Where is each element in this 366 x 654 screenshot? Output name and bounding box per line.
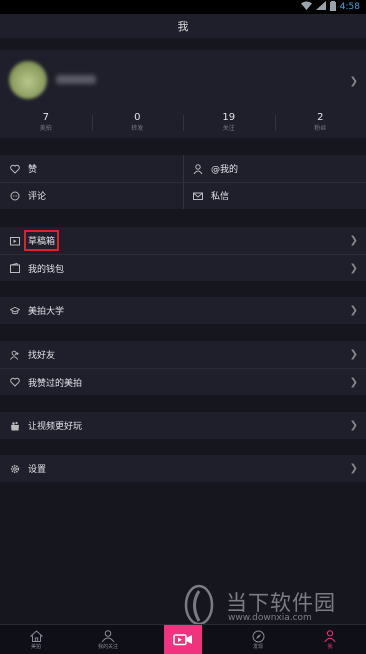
chevron-right-icon: ❯	[349, 76, 358, 87]
messages-label: 私信	[211, 192, 230, 202]
page-header: 我	[0, 14, 366, 38]
menu-group-settings: 设置 ❯	[0, 455, 366, 482]
stat-value: 19	[222, 112, 236, 123]
messages-item[interactable]: 私信	[183, 182, 366, 209]
tab-following-label: 我的关注	[97, 644, 118, 650]
home-icon	[29, 629, 43, 643]
page-title: 我	[177, 20, 189, 33]
tab-discover[interactable]: 发现	[222, 625, 294, 654]
settings-item[interactable]: 设置 ❯	[0, 455, 366, 482]
signal-icon	[315, 1, 326, 13]
watermark-logo-icon	[184, 584, 214, 626]
find-friends-item[interactable]: 找好友 ❯	[0, 341, 366, 368]
menu-group-social: 找好友 ❯ 我赞过的美拍 ❯	[0, 341, 366, 395]
username-blurred	[56, 75, 96, 84]
mentions-label: @我的	[211, 165, 239, 175]
mail-icon	[193, 191, 203, 201]
stat-value: 0	[134, 112, 141, 123]
wallet-item[interactable]: 我的钱包 ❯	[0, 254, 366, 281]
university-label: 美拍大学	[28, 307, 65, 317]
record-video-button[interactable]	[164, 625, 202, 654]
stat-value: 2	[317, 112, 324, 123]
social-grid: 赞 @我的 评论 私信	[0, 155, 366, 209]
avatar[interactable]	[9, 61, 47, 99]
stat-reposts[interactable]: 0 转发	[91, 112, 184, 134]
chevron-right-icon: ❯	[349, 305, 358, 316]
stat-label: 转发	[131, 125, 144, 132]
stat-posts[interactable]: 7 美拍	[0, 112, 92, 134]
compass-icon	[252, 629, 265, 643]
person-icon	[324, 629, 336, 643]
wallet-label: 我的钱包	[28, 264, 65, 275]
comments-item[interactable]: 评论	[0, 182, 183, 209]
mentions-item[interactable]: @我的	[183, 155, 366, 182]
settings-label: 设置	[28, 465, 47, 475]
likes-label: 赞	[28, 165, 38, 175]
drafts-item[interactable]: 草稿箱 ❯	[0, 227, 366, 254]
tab-discover-label: 发现	[252, 644, 263, 650]
divider	[0, 182, 366, 183]
watermark-url: www.downxia.com	[228, 613, 312, 623]
university-item[interactable]: 美拍大学 ❯	[0, 297, 366, 324]
gear-icon	[10, 464, 20, 474]
watermark: 当下软件园 www.downxia.com	[178, 583, 358, 627]
wallet-icon	[10, 263, 20, 273]
person-icon	[193, 163, 203, 174]
stat-following[interactable]: 19 关注	[183, 112, 275, 134]
wifi-icon	[300, 1, 312, 13]
tab-following[interactable]: 我的关注	[72, 625, 144, 654]
graduation-cap-icon	[10, 306, 20, 316]
likes-item[interactable]: 赞	[0, 155, 183, 182]
stat-label: 关注	[222, 125, 235, 132]
find-friends-label: 找好友	[28, 351, 56, 361]
profile-card[interactable]: ❯ 7 美拍 0 转发 19 关注 2 粉丝	[0, 50, 366, 138]
stat-label: 美拍	[39, 125, 52, 132]
heart-icon	[10, 377, 20, 387]
chevron-right-icon: ❯	[349, 420, 358, 431]
people-icon	[101, 629, 115, 643]
tab-home-label: 美拍	[30, 644, 41, 650]
comments-label: 评论	[28, 192, 47, 202]
tab-home[interactable]: 美拍	[0, 625, 72, 654]
heart-icon	[10, 164, 20, 174]
watermark-brand: 当下软件园	[226, 591, 336, 615]
tab-me-label: 我	[327, 644, 333, 650]
bottom-tab-bar: 美拍 我的关注 发现 我	[0, 624, 366, 654]
tab-me[interactable]: 我	[294, 625, 366, 654]
chevron-right-icon: ❯	[349, 235, 358, 246]
better-video-item[interactable]: 让视频更好玩 ❯	[0, 412, 366, 439]
better-video-label: 让视频更好玩	[28, 422, 83, 432]
liked-label: 我赞过的美拍	[28, 378, 83, 389]
chevron-right-icon: ❯	[349, 263, 358, 274]
stat-followers[interactable]: 2 粉丝	[274, 112, 366, 134]
stat-value: 7	[42, 112, 49, 123]
menu-group-content: 草稿箱 ❯ 我的钱包 ❯	[0, 227, 366, 281]
chevron-right-icon: ❯	[349, 349, 358, 360]
add-friend-icon	[10, 350, 20, 360]
chevron-right-icon: ❯	[349, 377, 358, 388]
drafts-label: 草稿箱	[24, 230, 60, 251]
comment-icon	[10, 191, 20, 201]
status-time: 4:58	[339, 2, 360, 12]
drafts-icon	[10, 236, 20, 246]
menu-group-fun: 让视频更好玩 ❯	[0, 412, 366, 439]
profile-stats: 7 美拍 0 转发 19 关注 2 粉丝	[0, 112, 366, 134]
stat-label: 粉丝	[314, 125, 327, 132]
status-bar: 4:58	[0, 0, 366, 14]
battery-icon	[329, 0, 336, 14]
chevron-right-icon: ❯	[349, 463, 358, 474]
liked-item[interactable]: 我赞过的美拍 ❯	[0, 368, 366, 395]
gift-box-icon	[10, 421, 20, 431]
menu-group-learn: 美拍大学 ❯	[0, 297, 366, 324]
video-camera-icon	[173, 633, 193, 647]
